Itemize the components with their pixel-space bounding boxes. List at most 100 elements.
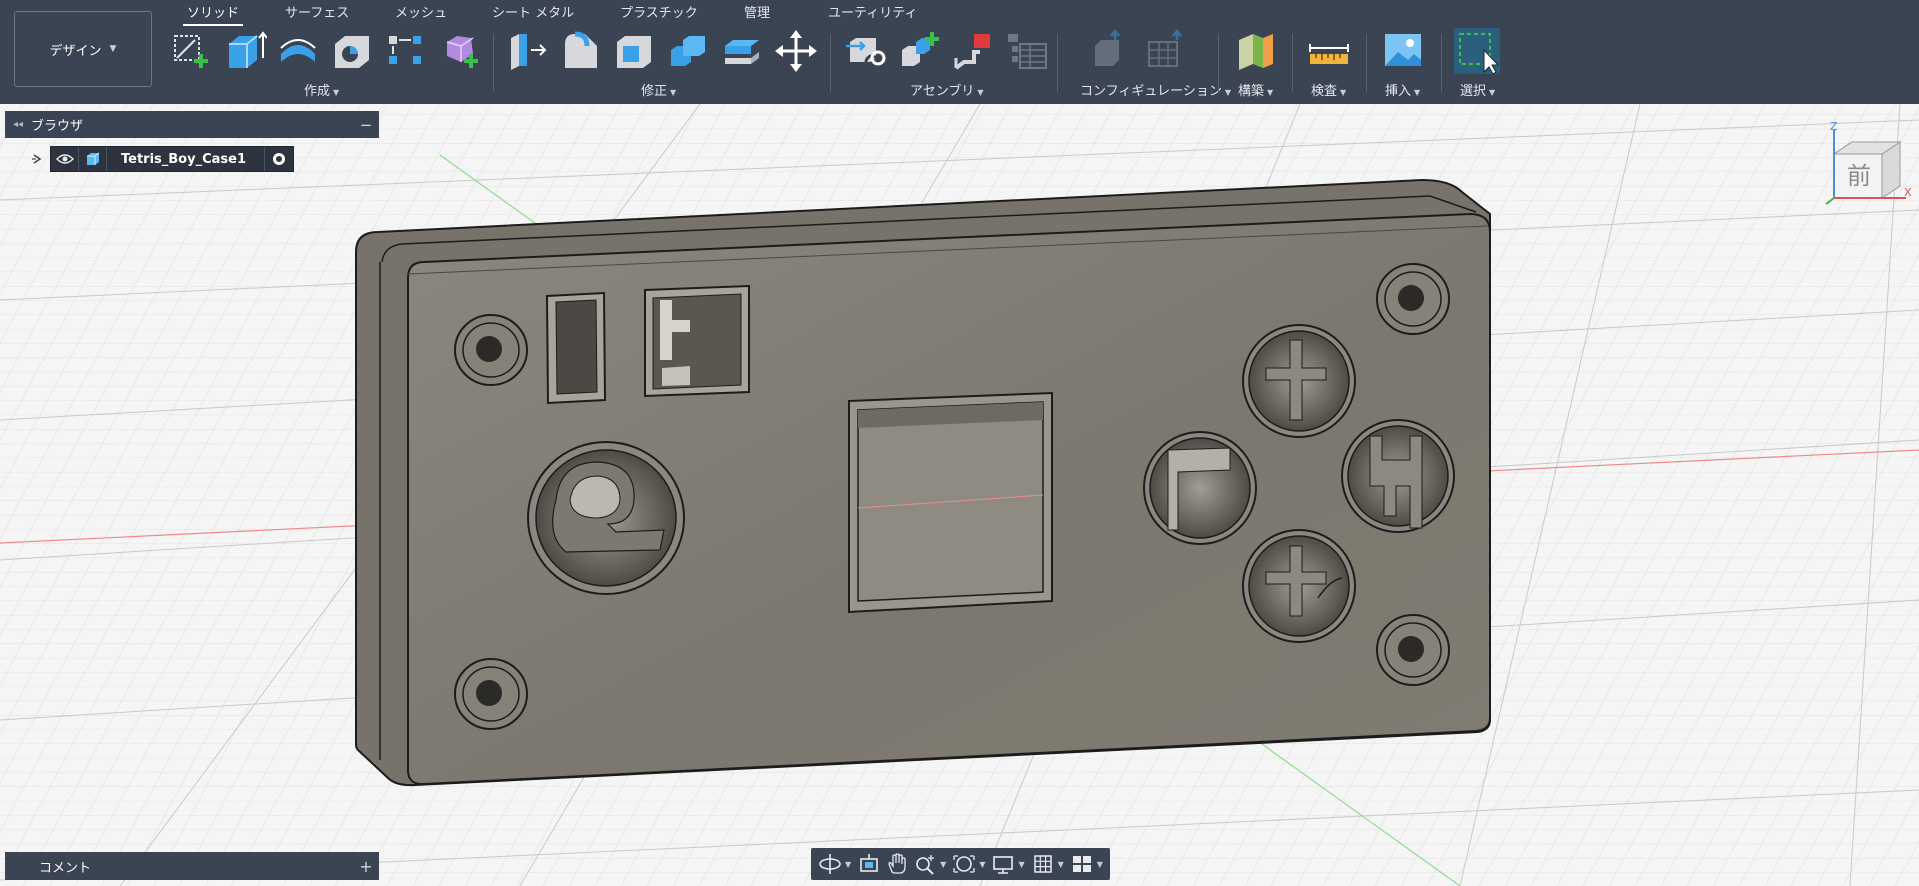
create-sketch-icon[interactable] — [167, 28, 213, 74]
navigation-bar: ▼ ▼ ▼ ▼ ▼ ▼ — [811, 848, 1110, 880]
group-configure-label: コンフィギュレーション — [1080, 84, 1222, 99]
group-construct-label: 構築 — [1238, 84, 1265, 99]
group-create-label: 作成 — [304, 84, 331, 99]
chevron-down-icon: ▼ — [1224, 88, 1231, 97]
grid-icon[interactable] — [1030, 850, 1056, 878]
browser-title: ブラウザ — [31, 119, 84, 134]
config-icon-1[interactable] — [1087, 28, 1133, 74]
display-icon[interactable] — [990, 850, 1016, 878]
zoom-icon[interactable] — [912, 850, 938, 878]
add-comment-button[interactable]: + — [353, 857, 379, 876]
combine-icon[interactable] — [665, 28, 711, 74]
new-component-icon[interactable] — [842, 28, 888, 74]
chevron-down-icon: ▼ — [1489, 88, 1496, 97]
viewcube-face-label: 前 — [1847, 162, 1871, 190]
chevron-down-icon: ▼ — [670, 88, 677, 97]
chevron-down-icon[interactable]: ▼ — [845, 860, 851, 869]
viewports-icon[interactable] — [1069, 850, 1095, 878]
pan-icon[interactable] — [884, 850, 910, 878]
toolbar: デザイン ▼ ソリッド サーフェス メッシュ シート メタル プラスチック 管理… — [0, 0, 1919, 104]
comments-title: コメント — [39, 860, 92, 876]
insert-image-icon[interactable] — [1380, 28, 1426, 74]
workspace-label: デザイン — [49, 43, 102, 59]
tab-utilities[interactable]: ユーティリティ — [828, 2, 917, 21]
tab-surface[interactable]: サーフェス — [285, 2, 349, 21]
chevron-down-icon[interactable]: ▼ — [1058, 860, 1064, 869]
extrude-icon[interactable] — [221, 28, 267, 74]
browser-panel-header: ◂◂ ブラウザ − — [5, 111, 379, 138]
joystick-hole — [527, 441, 685, 595]
group-create[interactable]: 作成 ▼ — [304, 80, 339, 99]
as-built-joint-icon[interactable] — [950, 28, 996, 74]
pattern-icon[interactable] — [383, 28, 429, 74]
move-icon[interactable] — [773, 28, 819, 74]
button-hole-right — [1341, 419, 1455, 533]
chevron-down-icon[interactable]: ▼ — [1097, 860, 1103, 869]
joint-icon[interactable] — [896, 28, 942, 74]
offset-face-icon[interactable] — [719, 28, 765, 74]
canvas-viewport[interactable] — [0, 104, 1919, 886]
collapse-panel-icon[interactable]: ◂◂ — [5, 119, 31, 130]
screw-hole — [454, 658, 528, 730]
viewcube[interactable]: 前 Z X — [1820, 120, 1915, 210]
press-pull-icon[interactable] — [503, 28, 549, 74]
comments-panel: コメント + — [5, 852, 379, 880]
chevron-down-icon[interactable]: ▼ — [940, 860, 946, 869]
tab-mesh[interactable]: メッシュ — [395, 2, 447, 21]
document-name: Tetris_Boy_Case1 — [107, 147, 266, 171]
select-icon[interactable] — [1454, 28, 1500, 74]
screw-hole — [1376, 263, 1450, 335]
chevron-down-icon[interactable]: ▼ — [979, 860, 985, 869]
chevron-down-icon[interactable]: ▼ — [1018, 860, 1024, 869]
tab-solid[interactable]: ソリッド — [182, 2, 244, 26]
button-hole-left — [1143, 431, 1257, 545]
tab-manage[interactable]: 管理 — [744, 2, 770, 21]
group-select[interactable]: 選択 ▼ — [1460, 80, 1495, 99]
connector-window — [644, 284, 750, 398]
revolve-icon[interactable] — [275, 28, 321, 74]
chevron-down-icon: ▼ — [977, 88, 984, 97]
group-insert[interactable]: 挿入 ▼ — [1385, 80, 1420, 99]
chevron-down-icon: ▼ — [1267, 88, 1274, 97]
measure-icon[interactable] — [1306, 28, 1352, 74]
group-construct[interactable]: 構築 ▼ — [1238, 80, 1273, 99]
group-assemble-label: アセンブリ — [910, 84, 975, 99]
toolbar-divider — [493, 34, 494, 92]
group-inspect[interactable]: 検査 ▼ — [1311, 80, 1346, 99]
minimize-browser-button[interactable]: − — [353, 116, 379, 134]
tab-plastic[interactable]: プラスチック — [620, 2, 698, 21]
toolbar-divider — [1218, 34, 1219, 92]
shell-icon[interactable] — [611, 28, 657, 74]
model-canvas[interactable] — [0, 104, 1919, 886]
case-model[interactable] — [355, 178, 1491, 787]
chevron-down-icon: ▼ — [333, 88, 340, 97]
tab-sheet-metal[interactable]: シート メタル — [492, 2, 574, 21]
look-at-icon[interactable] — [856, 850, 882, 878]
activate-radio-icon[interactable] — [265, 147, 293, 171]
document-node[interactable]: Tetris_Boy_Case1 — [50, 146, 295, 172]
group-modify[interactable]: 修正 ▼ — [641, 80, 676, 99]
group-insert-label: 挿入 — [1385, 84, 1412, 99]
orbit-icon[interactable] — [817, 850, 843, 878]
group-configure[interactable]: コンフィギュレーション ▼ — [1080, 80, 1231, 99]
button-hole-bottom — [1242, 529, 1356, 643]
screen-window — [848, 391, 1053, 614]
button-hole-top — [1242, 324, 1356, 438]
config-icon-2[interactable] — [1141, 28, 1187, 74]
workspace-switcher[interactable]: デザイン ▼ — [14, 11, 152, 87]
create-form-icon[interactable] — [437, 28, 483, 74]
hole-icon[interactable] — [329, 28, 375, 74]
group-inspect-label: 検査 — [1311, 84, 1338, 99]
fillet-icon[interactable] — [557, 28, 603, 74]
toolbar-divider — [1441, 34, 1442, 92]
group-modify-label: 修正 — [641, 84, 668, 99]
chevron-down-icon: ▼ — [1414, 88, 1421, 97]
fit-icon[interactable] — [951, 850, 977, 878]
visibility-eye-icon[interactable] — [51, 147, 79, 171]
plane-icon[interactable] — [1233, 28, 1279, 74]
expand-node-icon[interactable] — [24, 146, 50, 172]
table-icon[interactable] — [1004, 28, 1050, 74]
toolbar-divider — [830, 34, 831, 92]
toolbar-divider — [1292, 34, 1293, 92]
group-assemble[interactable]: アセンブリ ▼ — [910, 80, 984, 99]
